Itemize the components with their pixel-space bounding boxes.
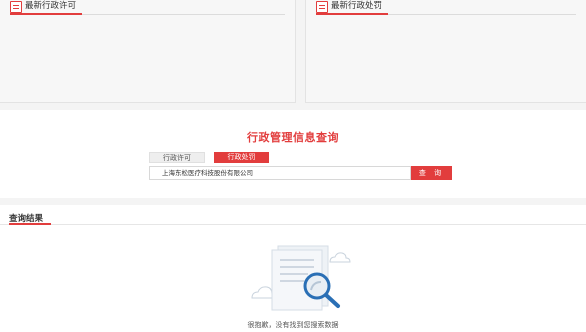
- document-icon: [10, 1, 22, 13]
- results-header: 查询结果: [0, 205, 586, 225]
- results-title-accent: [9, 223, 51, 225]
- panel-title-accent: [316, 13, 388, 15]
- search-section: 行政管理信息查询 行政许可 行政处罚 上海东松医疗科技股份有限公司 查 询: [0, 110, 586, 198]
- panel-header: 最新行政处罚: [306, 0, 586, 15]
- panel-header: 最新行政许可: [0, 0, 295, 15]
- tab-administrative-penalty[interactable]: 行政处罚: [214, 152, 269, 163]
- search-input[interactable]: 上海东松医疗科技股份有限公司: [149, 166, 411, 180]
- latest-penalties-panel: 最新行政处罚: [305, 0, 586, 103]
- search-button[interactable]: 查 询: [411, 166, 452, 180]
- document-icon: [316, 1, 328, 13]
- tab-administrative-permit[interactable]: 行政许可: [149, 152, 205, 163]
- panel-title-permits: 最新行政许可: [25, 1, 77, 11]
- panel-title-accent: [10, 13, 82, 15]
- latest-permits-panel: 最新行政许可: [0, 0, 296, 103]
- search-title: 行政管理信息查询: [247, 131, 339, 144]
- section-gap: [0, 198, 586, 205]
- magnifier-document-icon: [251, 245, 351, 311]
- panel-title-penalties: 最新行政处罚: [331, 1, 383, 11]
- empty-result-message: 很抱歉，没有找到您搜索数据: [247, 321, 339, 329]
